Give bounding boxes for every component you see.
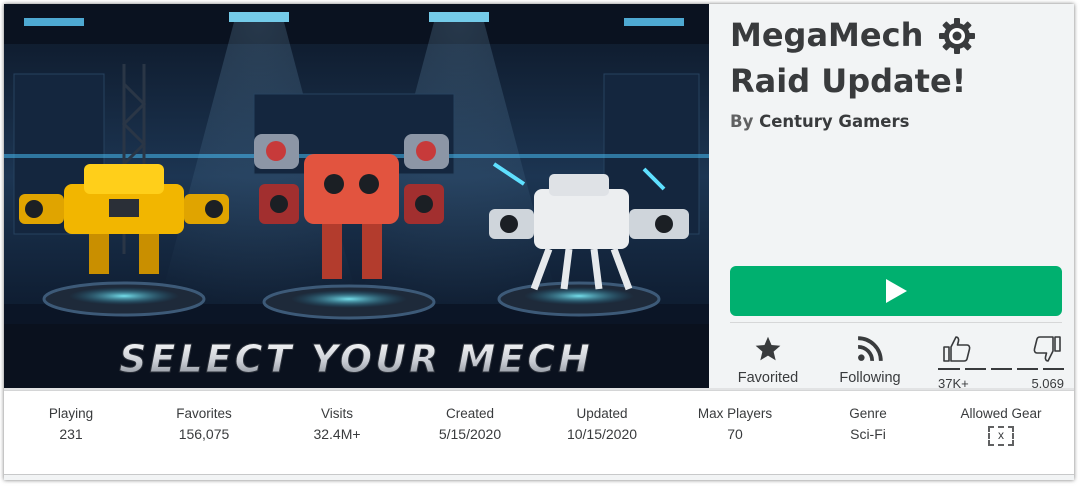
game-details: MegaMech Raid Update! By Century Gamers … <box>730 4 1070 391</box>
vote-ratio-bar <box>938 367 1064 371</box>
stat-label: Favorites <box>176 406 232 421</box>
stat-genre: Genre Sci-Fi <box>808 405 928 444</box>
stat-value[interactable]: Sci-Fi <box>808 424 928 444</box>
bottom-border <box>4 474 1074 475</box>
stat-label: Allowed Gear <box>960 406 1042 421</box>
follow-button[interactable]: Following <box>830 334 910 386</box>
thumbs-up-icon[interactable] <box>942 334 972 364</box>
stat-label: Visits <box>320 406 353 421</box>
stat-max-players: Max Players 70 <box>675 405 795 444</box>
thumbs-down-icon[interactable] <box>1032 334 1062 364</box>
play-icon <box>886 279 907 303</box>
thumbnail-caption: SELECT YOUR MECH <box>119 337 593 381</box>
creator-link[interactable]: Century Gamers <box>759 112 909 131</box>
star-icon <box>755 336 781 361</box>
play-button[interactable] <box>730 266 1062 316</box>
divider <box>730 322 1062 323</box>
no-gear-icon: x <box>988 426 1014 446</box>
favorite-label: Favorited <box>737 370 799 386</box>
vote-section: 37K+ 5,069 <box>938 334 1064 391</box>
stat-label: Updated <box>576 406 628 421</box>
gear-icon <box>939 18 976 54</box>
rss-icon <box>857 336 883 362</box>
stat-created: Created 5/15/2020 <box>410 405 530 444</box>
stat-value: 70 <box>727 426 743 442</box>
stat-playing: Playing 231 <box>11 405 131 444</box>
game-title-line2: Raid Update! <box>730 62 967 100</box>
stat-value: 32.4M+ <box>313 426 361 442</box>
game-stats: Playing 231 Favorites 156,075 Visits 32.… <box>4 390 1074 474</box>
stat-label: Playing <box>48 406 94 421</box>
game-title: MegaMech Raid Update! <box>730 12 1050 104</box>
stat-value: 231 <box>59 426 83 442</box>
creator-line: By Century Gamers <box>730 112 909 131</box>
stat-value: 156,075 <box>178 426 230 442</box>
stat-label: Created <box>445 406 495 421</box>
stat-label: Genre <box>849 406 887 421</box>
stat-label: Max Players <box>697 406 773 421</box>
stat-allowed-gear: Allowed Gear x <box>941 405 1061 446</box>
follow-label: Following <box>839 370 901 386</box>
creator-prefix: By <box>730 112 754 131</box>
game-thumbnail[interactable]: SELECT YOUR MECH <box>4 4 709 388</box>
stat-value: 10/15/2020 <box>566 426 638 442</box>
game-title-line1: MegaMech <box>730 16 924 54</box>
stat-visits: Visits 32.4M+ <box>277 405 397 444</box>
stat-favorites: Favorites 156,075 <box>144 405 264 444</box>
stat-value: 5/15/2020 <box>438 426 502 442</box>
game-detail-page: SELECT YOUR MECH MegaMech Raid Update! B… <box>4 4 1074 480</box>
stat-updated: Updated 10/15/2020 <box>542 405 662 444</box>
favorite-button[interactable]: Favorited <box>734 334 802 386</box>
